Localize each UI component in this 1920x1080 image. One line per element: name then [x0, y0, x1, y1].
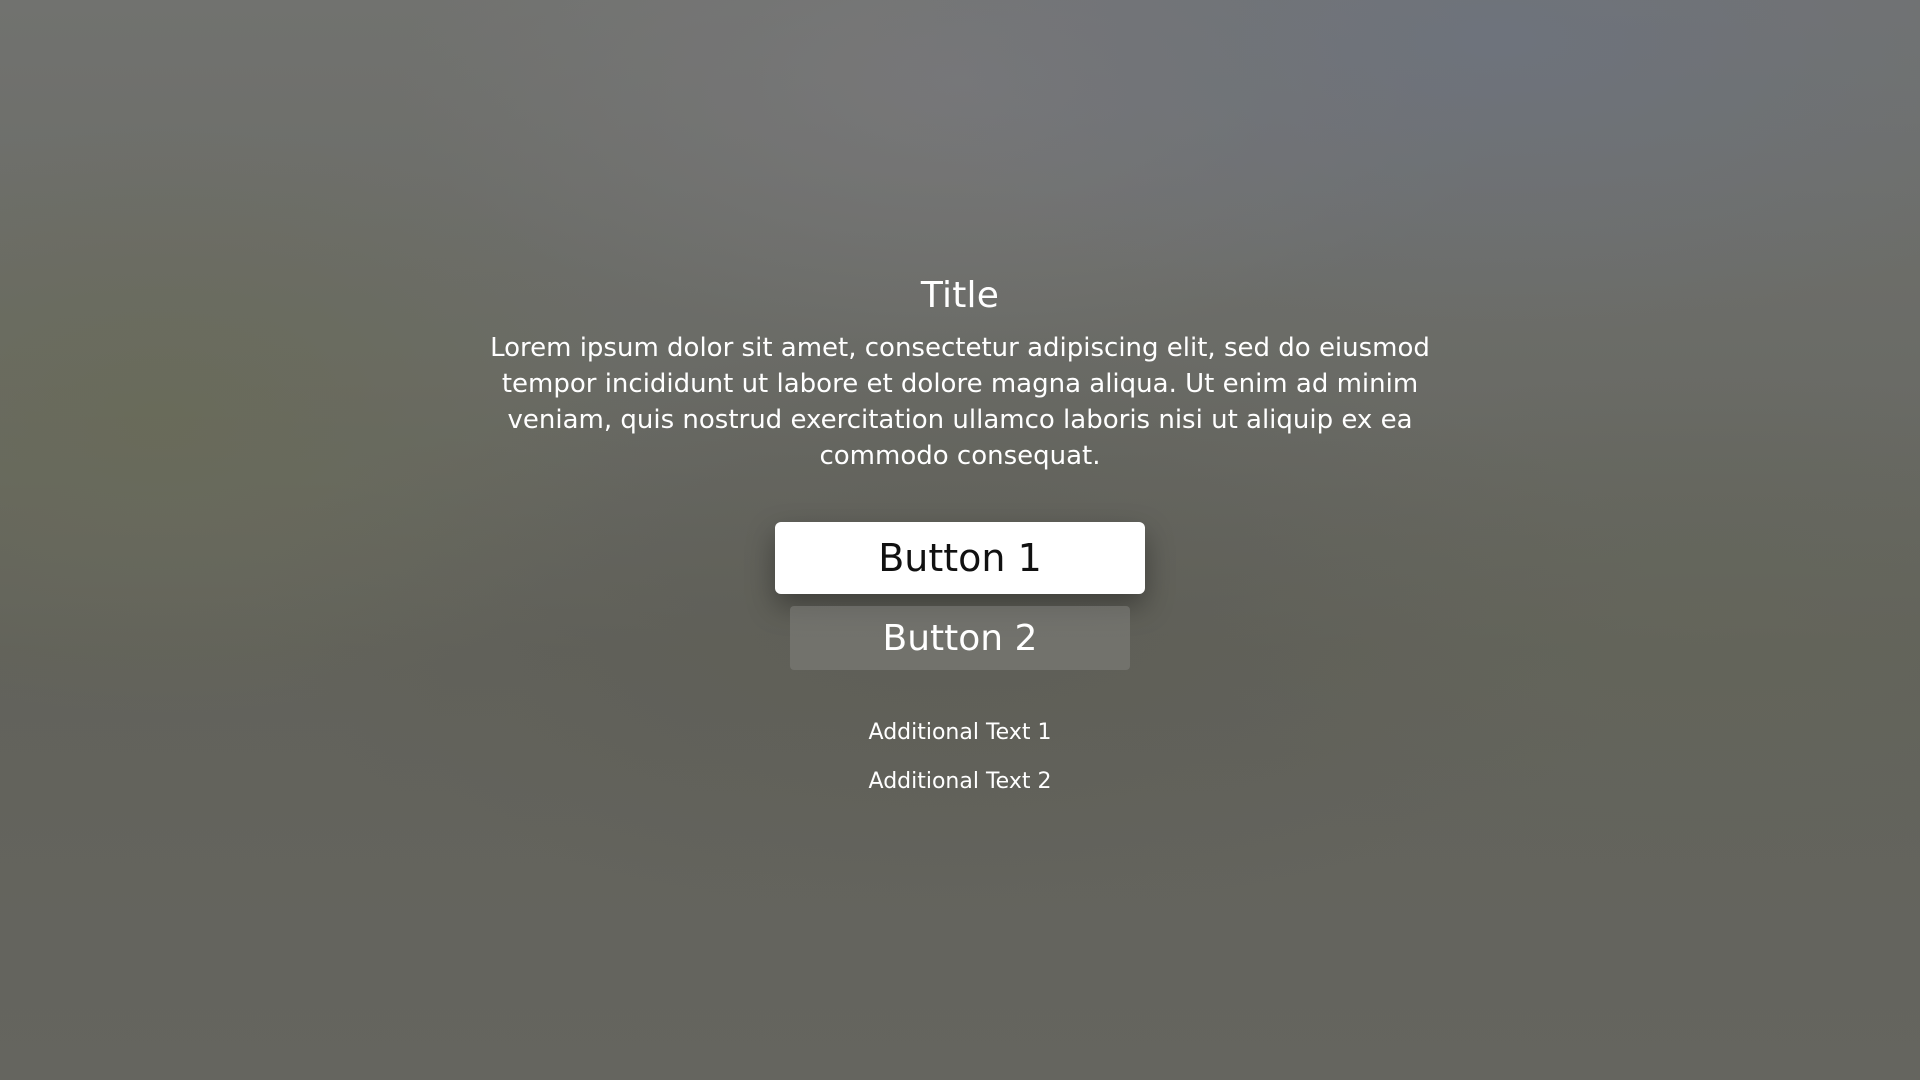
- button-2[interactable]: Button 2: [790, 606, 1130, 670]
- dialog-title: Title: [920, 275, 1000, 316]
- dialog-message: Lorem ipsum dolor sit amet, consectetur …: [490, 333, 1430, 471]
- button-1[interactable]: Button 1: [775, 522, 1145, 594]
- additional-text-1: Additional Text 1: [868, 720, 1052, 745]
- dialog-buttons: Button 1 Button 2: [460, 522, 1460, 670]
- alert-dialog: Title Lorem ipsum dolor sit amet, consec…: [460, 268, 1460, 795]
- additional-text-2: Additional Text 2: [868, 769, 1052, 794]
